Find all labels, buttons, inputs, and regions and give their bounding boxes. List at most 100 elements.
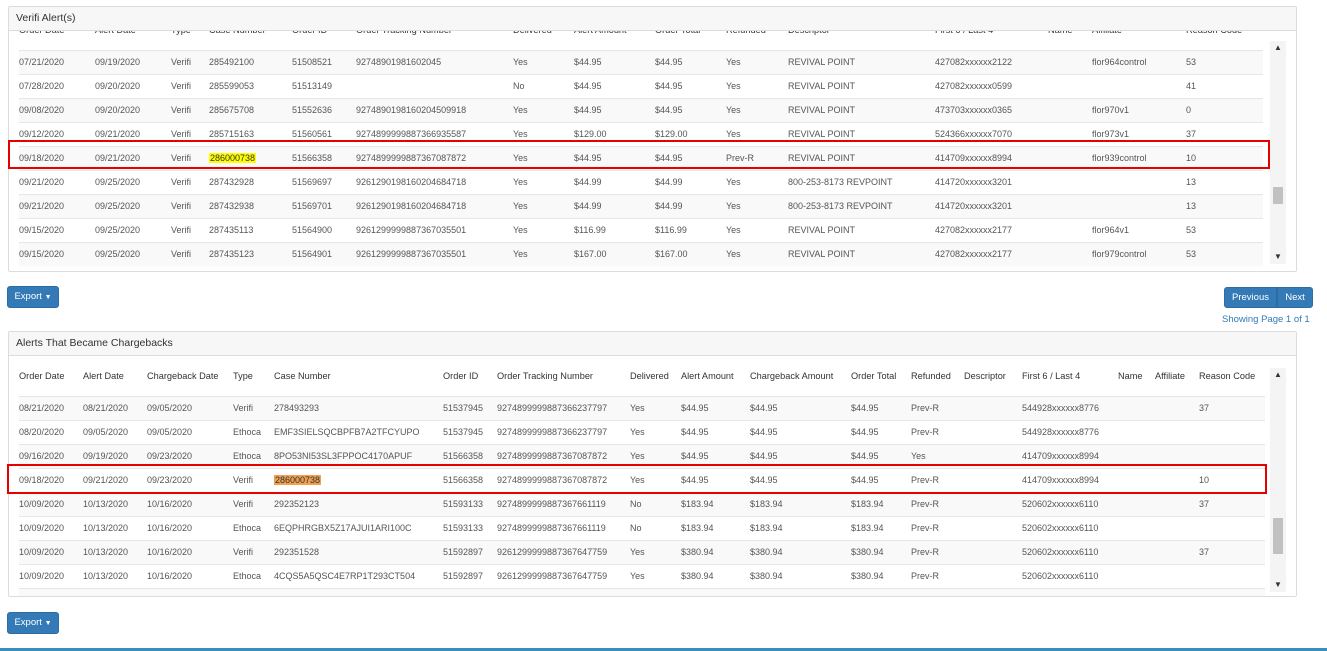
column-header[interactable]: Order Date xyxy=(19,356,83,396)
cell-order-tracking-number-value[interactable]: 9274899999887367087872 xyxy=(356,153,466,163)
table-row[interactable]: 09/15/2020 09/25/2020 Verifi 287435113 51564… xyxy=(19,217,1263,242)
column-header[interactable]: Order ID xyxy=(292,31,356,50)
table-row[interactable]: 10/09/2020 10/13/2020 10/16/2020 Verifi 2923… xyxy=(19,491,1265,516)
column-header[interactable]: First 6 / Last 4 xyxy=(935,31,1048,50)
table-row[interactable]: 09/12/2020 09/21/2020 Verifi 285715163 51560… xyxy=(19,121,1263,146)
cell-order-id-value[interactable]: 51513149 xyxy=(292,81,332,91)
column-header[interactable]: Refunded xyxy=(726,31,788,50)
table-row[interactable]: 09/08/2020 09/20/2020 Verifi 285675708 51552… xyxy=(19,97,1263,122)
cell-order-tracking-number[interactable]: 9261290198160204684718 xyxy=(356,193,513,218)
cell-order-id[interactable]: 51508521 xyxy=(292,49,356,74)
cell-order-id[interactable]: 51593133 xyxy=(443,515,497,540)
cell-order-tracking-number-value[interactable]: 9274899999887366935587 xyxy=(356,129,466,139)
cell-order-id[interactable]: 51564900 xyxy=(292,217,356,242)
column-header[interactable]: Case Number xyxy=(274,356,443,396)
table-row[interactable]: 09/09/2020 09/14/2020 09/16/2020 Ethoca 4BT4… xyxy=(19,587,1265,596)
column-header[interactable]: Case Number xyxy=(209,31,292,50)
column-header[interactable]: Delivered xyxy=(630,356,681,396)
cell-order-tracking-number-value[interactable]: 9261290198160204684718 xyxy=(356,177,466,187)
cell-order-tracking-number[interactable]: 9274899999887367087872 xyxy=(356,145,513,170)
cell-order-tracking-number[interactable]: 9274899999887366935587 xyxy=(356,121,513,146)
cell-order-tracking-number[interactable]: 9261299999887367647759 xyxy=(497,539,630,564)
cell-order-tracking-number[interactable]: 9261299999887367647759 xyxy=(497,563,630,588)
cell-order-id-value[interactable]: 51560561 xyxy=(292,129,332,139)
cell-order-tracking-number-value[interactable]: 9274899999887366237797 xyxy=(497,403,607,413)
cell-order-tracking-number-value[interactable]: 9261299999887367647759 xyxy=(497,571,607,581)
table-row[interactable]: 10/09/2020 10/13/2020 10/16/2020 Ethoca 6EQP… xyxy=(19,515,1265,540)
cell-order-id-value[interactable]: 51561578 xyxy=(443,595,483,596)
column-header[interactable]: Order Total xyxy=(655,31,726,50)
table-row[interactable]: 09/18/2020 09/21/2020 09/23/2020 Verifi 2860… xyxy=(19,467,1265,492)
cell-order-tracking-number[interactable]: 9274890198160204509918 xyxy=(356,97,513,122)
cell-order-tracking-number[interactable] xyxy=(356,73,513,98)
cell-order-id-value[interactable]: 51537945 xyxy=(443,403,483,413)
column-header[interactable]: Descriptor xyxy=(788,31,935,50)
column-header[interactable]: Chargeback Amount xyxy=(750,356,851,396)
cell-order-id[interactable]: 51552636 xyxy=(292,97,356,122)
cell-order-id-value[interactable]: 51593133 xyxy=(443,499,483,509)
column-header[interactable]: Order Tracking Number xyxy=(497,356,630,396)
cell-order-tracking-number[interactable]: 9261299999887367035501 xyxy=(356,217,513,242)
cell-order-id[interactable]: 51566358 xyxy=(443,443,497,468)
cell-order-tracking-number-value[interactable]: 9274899999887367087872 xyxy=(497,475,607,485)
cell-order-id-value[interactable]: 51566358 xyxy=(443,451,483,461)
cell-order-tracking-number[interactable]: 9274899999887367661119 xyxy=(497,491,630,516)
cell-order-tracking-number-value[interactable]: 9274890198160204509918 xyxy=(356,105,466,115)
table-row[interactable]: 09/21/2020 09/25/2020 Verifi 287432938 51569… xyxy=(19,193,1263,218)
cell-order-id[interactable]: 51561578 xyxy=(443,587,497,596)
next-button[interactable]: Next xyxy=(1277,287,1313,308)
column-header[interactable]: Affiliate xyxy=(1155,356,1199,396)
cell-order-id[interactable]: 51560561 xyxy=(292,121,356,146)
column-header[interactable]: Delivered xyxy=(513,31,574,50)
table-row[interactable]: 07/21/2020 09/19/2020 Verifi 285492100 51508… xyxy=(19,49,1263,74)
table-row[interactable]: 08/20/2020 09/05/2020 09/05/2020 Ethoca EMF3… xyxy=(19,419,1265,444)
table-row[interactable]: 09/16/2020 09/19/2020 09/23/2020 Ethoca 8PO5… xyxy=(19,443,1265,468)
column-header[interactable]: Affiliate xyxy=(1092,31,1186,50)
cell-order-tracking-number-value[interactable]: 9274899999887367087872 xyxy=(497,451,607,461)
cell-order-tracking-number-value[interactable]: 9274899999887366237797 xyxy=(497,427,607,437)
cell-order-tracking-number-value[interactable]: 9274899999887366954053 xyxy=(497,595,607,596)
cell-order-tracking-number-value[interactable]: 9261299999887367035501 xyxy=(356,225,466,235)
cell-order-id[interactable]: 51537945 xyxy=(443,395,497,420)
column-header[interactable]: Name xyxy=(1048,31,1092,50)
cell-order-tracking-number-value[interactable]: 9274899999887367661119 xyxy=(497,523,606,533)
column-header[interactable]: Order Date xyxy=(19,31,95,50)
table-row[interactable]: 09/21/2020 09/25/2020 Verifi 287432928 51569… xyxy=(19,169,1263,194)
cell-order-tracking-number-value[interactable]: 9274899999887367661119 xyxy=(497,499,606,509)
scroll-thumb[interactable] xyxy=(1273,518,1283,554)
cell-order-id-value[interactable]: 51566358 xyxy=(443,475,483,485)
cell-order-id-value[interactable]: 51564901 xyxy=(292,249,332,259)
cell-order-id-value[interactable]: 51593133 xyxy=(443,523,483,533)
cell-order-id[interactable]: 51592897 xyxy=(443,563,497,588)
cell-order-id-value[interactable]: 51566358 xyxy=(292,153,332,163)
cell-order-id[interactable]: 51566358 xyxy=(292,145,356,170)
cell-order-tracking-number[interactable]: 9274899999887366237797 xyxy=(497,419,630,444)
table-row[interactable]: 09/18/2020 09/21/2020 Verifi 286000738 51566… xyxy=(19,145,1263,170)
scroll-down-icon[interactable]: ▼ xyxy=(1270,250,1286,264)
cell-order-id-value[interactable]: 51569697 xyxy=(292,177,332,187)
column-header[interactable]: Alert Date xyxy=(83,356,147,396)
export-button[interactable]: Export ▼ xyxy=(7,612,59,634)
cell-order-id[interactable]: 51592897 xyxy=(443,539,497,564)
column-header[interactable]: First 6 / Last 4 xyxy=(1022,356,1118,396)
cell-order-id[interactable]: 51593133 xyxy=(443,491,497,516)
cell-order-tracking-number[interactable]: 9274899999887367661119 xyxy=(497,515,630,540)
cell-order-id[interactable]: 51569701 xyxy=(292,193,356,218)
column-header[interactable]: Reason Code xyxy=(1186,31,1263,50)
cell-order-tracking-number-value[interactable]: 9261299999887367647759 xyxy=(497,547,607,557)
cell-order-id[interactable]: 51566358 xyxy=(443,467,497,492)
cell-order-id-value[interactable]: 51592897 xyxy=(443,547,483,557)
column-header[interactable]: Order Tracking Number xyxy=(356,31,513,50)
scroll-down-icon[interactable]: ▼ xyxy=(1270,578,1286,592)
cell-order-tracking-number[interactable]: 9274899999887367087872 xyxy=(497,467,630,492)
column-header[interactable]: Descriptor xyxy=(964,356,1022,396)
column-header[interactable]: Alert Amount xyxy=(681,356,750,396)
cell-order-id[interactable]: 51569697 xyxy=(292,169,356,194)
cell-order-tracking-number[interactable]: 9261290198160204684718 xyxy=(356,169,513,194)
cell-order-id[interactable]: 51513149 xyxy=(292,73,356,98)
cell-order-tracking-number[interactable]: 9261299999887367035501 xyxy=(356,241,513,266)
cell-order-tracking-number-value[interactable]: 9261290198160204684718 xyxy=(356,201,466,211)
chargebacks-scrollbar[interactable]: ▲ ▼ xyxy=(1270,368,1286,592)
column-header[interactable]: Order Total xyxy=(851,356,911,396)
cell-order-id-value[interactable]: 51552636 xyxy=(292,105,332,115)
